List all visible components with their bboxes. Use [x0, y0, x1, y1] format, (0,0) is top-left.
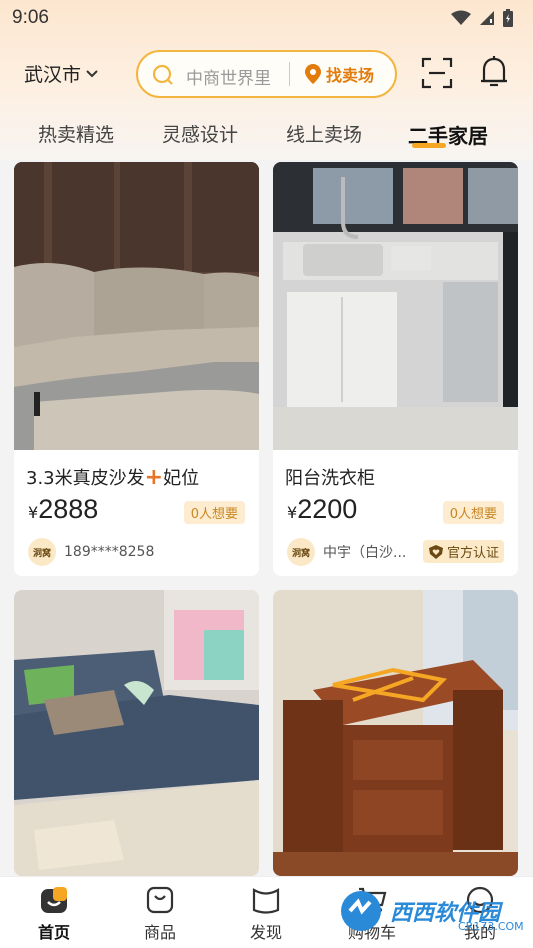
search-bar[interactable]: 中商世界里 找卖场: [136, 50, 397, 98]
status-time: 9:06: [12, 7, 49, 28]
cert-label: 官方认证: [446, 546, 499, 561]
find-market-button[interactable]: 找卖场: [304, 62, 374, 86]
product-title: 3.3米真皮沙发+妃位: [26, 464, 199, 490]
tab-online-market[interactable]: 线上卖场: [286, 120, 362, 147]
home-icon: [41, 887, 67, 913]
product-title-text: 3.3米真皮沙发: [26, 468, 145, 489]
nav-products[interactable]: 商品: [130, 885, 190, 943]
search-icon: [152, 64, 173, 85]
discover-icon: [252, 888, 280, 914]
official-cert-badge: 官方认证: [422, 540, 504, 563]
active-tab-indicator: [412, 143, 446, 148]
seller-name: 中宇（白沙...: [323, 545, 407, 561]
nav-home[interactable]: 首页: [24, 885, 84, 943]
price-value: 2888: [38, 494, 99, 524]
chevron-down-icon: [86, 69, 98, 77]
seller-logo: 洞窝: [28, 538, 56, 566]
bag-icon: [146, 886, 174, 914]
seller-info[interactable]: 洞窝 189****8258: [28, 538, 154, 566]
watermark-url: CR173.COM: [458, 920, 524, 933]
product-card[interactable]: [273, 590, 518, 876]
plus-icon: +: [144, 465, 164, 490]
signal-icon: [480, 11, 494, 25]
seller-name: 189****8258: [64, 544, 155, 560]
city-label: 武汉市: [24, 64, 82, 86]
tab-hot-picks[interactable]: 热卖精选: [38, 120, 114, 147]
tab-inspiration-design[interactable]: 灵感设计: [162, 120, 238, 147]
nav-discover[interactable]: 发现: [236, 885, 296, 943]
want-count-badge: 0人想要: [183, 501, 245, 524]
currency-symbol: ¥: [28, 503, 39, 522]
product-title: 阳台洗衣柜: [285, 468, 375, 489]
battery-icon: [503, 9, 513, 27]
product-title-suffix: 妃位: [163, 468, 200, 489]
product-card[interactable]: 阳台洗衣柜 ¥2200 0人想要 洞窝 中宇（白沙... 官方认证: [273, 162, 518, 576]
location-pin-icon: [305, 64, 321, 84]
bell-icon[interactable]: [478, 54, 510, 90]
heart-shield-icon: [428, 544, 443, 559]
currency-symbol: ¥: [287, 503, 298, 522]
city-selector[interactable]: 武汉市: [24, 60, 99, 87]
product-image-blue-sofa[interactable]: [14, 590, 259, 876]
wifi-icon: [451, 10, 471, 25]
nav-products-label: 商品: [143, 923, 176, 942]
watermark: 西西软件园 CR173.COM: [338, 882, 524, 940]
watermark-logo: [341, 891, 381, 931]
product-price: ¥2200: [287, 494, 357, 525]
header: 武汉市 中商世界里 找卖场: [0, 46, 533, 100]
status-bar: 9:06: [0, 0, 533, 36]
price-value: 2200: [297, 494, 358, 524]
search-divider: [289, 62, 290, 86]
want-count-badge: 0人想要: [442, 501, 504, 524]
seller-logo: 洞窝: [287, 538, 315, 566]
nav-discover-label: 发现: [249, 923, 282, 942]
search-input[interactable]: 中商世界里: [186, 64, 271, 89]
status-icons: [451, 9, 513, 27]
product-card[interactable]: [14, 590, 259, 876]
product-card[interactable]: 3.3米真皮沙发+妃位 ¥2888 0人想要 洞窝 189****8258: [14, 162, 259, 576]
find-market-label: 找卖场: [326, 66, 375, 85]
product-image-wood-nightstand[interactable]: [273, 590, 518, 876]
product-price: ¥2888: [28, 494, 98, 525]
category-tabs: 热卖精选 灵感设计 线上卖场 二手家居: [0, 104, 533, 160]
scan-icon[interactable]: [420, 56, 454, 90]
product-image-leather-sofa[interactable]: [14, 162, 259, 450]
seller-info[interactable]: 洞窝 中宇（白沙...: [287, 538, 406, 566]
product-image-laundry-cabinet[interactable]: [273, 162, 518, 450]
nav-home-label: 首页: [37, 923, 70, 942]
